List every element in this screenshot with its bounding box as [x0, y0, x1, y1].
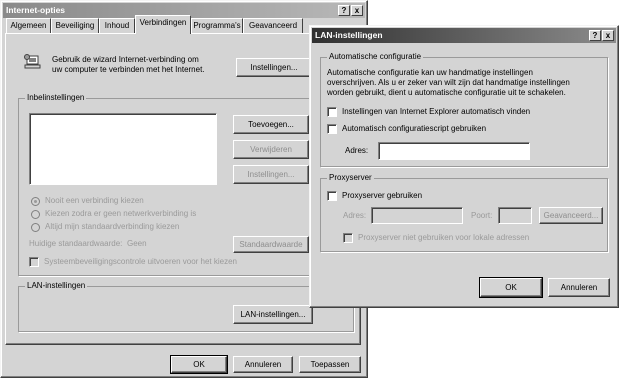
radio-always-dial[interactable] [31, 223, 40, 232]
apply-button[interactable]: Toepassen [299, 356, 361, 373]
use-proxy-checkbox[interactable] [327, 191, 337, 201]
tab-verbindingen[interactable]: Verbindingen [135, 15, 191, 34]
radio-never-dial[interactable] [31, 197, 40, 206]
proxy-address-label: Adres: [343, 211, 367, 220]
add-button[interactable]: Toevoegen... [233, 115, 309, 134]
tab-beveiliging[interactable]: Beveiliging [51, 18, 99, 33]
auto-config-desc-line3: worden gebruikt, dient u automatische co… [327, 88, 566, 97]
help-icon[interactable]: ? [589, 30, 601, 41]
ok-button[interactable]: OK [170, 355, 228, 374]
bypass-local-label: Proxyserver niet gebruiken voor lokale a… [358, 233, 530, 242]
current-default-value: Geen [127, 239, 147, 248]
tab-programmas[interactable]: Programma's [191, 18, 243, 33]
radio-always-dial-label: Altijd mijn standaardverbinding kiezen [45, 222, 180, 231]
remove-button[interactable]: Verwijderen [233, 140, 309, 159]
lan-settings-group: LAN-instellingen LAN-instellingen... [18, 281, 354, 332]
tab-inhoud[interactable]: Inhoud [99, 18, 135, 33]
set-default-button[interactable]: Standaardwaarde [233, 236, 309, 253]
auto-config-group: Automatische configuratie Automatische c… [320, 52, 608, 167]
auto-script-checkbox[interactable] [327, 124, 337, 134]
internet-options-title: Internet-opties [6, 5, 66, 15]
wizard-text-line1: Gebruik de wizard Internet-verbinding om [52, 55, 199, 64]
auto-detect-label: Instellingen van Internet Explorer autom… [342, 107, 531, 116]
close-icon[interactable]: x [351, 5, 363, 16]
lan-group-label: LAN-instellingen [25, 281, 88, 291]
security-check-label: Systeembeveiligingscontrole uitvoeren vo… [44, 257, 237, 266]
auto-script-label: Automatisch configuratiescript gebruiken [342, 124, 487, 133]
script-address-label: Adres: [345, 146, 369, 155]
connection-wizard-icon [24, 54, 42, 70]
current-default-label: Huidige standaardwaarde: [29, 239, 123, 248]
lan-cancel-button[interactable]: Annuleren [548, 278, 610, 297]
dialup-group-label: Inbelinstellingen [25, 93, 87, 103]
auto-config-desc-line1: Automatische configuratie kan uw handmat… [327, 68, 533, 77]
advanced-button[interactable]: Geavanceerd... [539, 207, 603, 224]
radio-dial-when-no-network-label: Kiezen zodra er geen netwerkverbinding i… [45, 209, 197, 218]
lan-settings-button[interactable]: LAN-instellingen... [233, 305, 313, 324]
setup-button[interactable]: Instellingen... [236, 58, 312, 77]
proxy-port-label: Poort: [471, 211, 493, 220]
dialup-connections-list[interactable] [29, 113, 217, 185]
help-icon[interactable]: ? [338, 5, 350, 16]
dialup-settings-group: Inbelinstellingen Toevoegen... Verwijder… [18, 93, 354, 276]
script-address-field[interactable] [378, 142, 530, 160]
radio-dial-when-no-network[interactable] [31, 210, 40, 219]
lan-settings-titlebar[interactable]: LAN-instellingen ? x [312, 28, 616, 43]
settings-button[interactable]: Instellingen... [233, 165, 309, 184]
lan-settings-window: LAN-instellingen ? x Automatische config… [309, 25, 619, 308]
tab-geavanceerd[interactable]: Geavanceerd [243, 18, 303, 33]
tab-algemeen[interactable]: Algemeen [6, 18, 51, 33]
connections-tab-panel: Gebruik de wizard Internet-verbinding om… [5, 33, 361, 345]
auto-config-desc-line2: overschrijven. Als u er zeker van wilt z… [327, 78, 570, 87]
proxy-address-field[interactable] [371, 207, 463, 224]
bypass-local-checkbox[interactable] [343, 233, 353, 243]
security-check-checkbox[interactable] [29, 257, 39, 267]
auto-config-group-label: Automatische configuratie [327, 52, 424, 62]
radio-never-dial-label: Nooit een verbinding kiezen [45, 196, 144, 205]
lan-settings-title: LAN-instellingen [315, 30, 383, 40]
lan-ok-button[interactable]: OK [479, 277, 543, 298]
proxy-server-group: Proxyserver Proxyserver gebruiken Adres:… [320, 173, 608, 252]
close-icon[interactable]: x [602, 30, 614, 41]
auto-detect-checkbox[interactable] [327, 107, 337, 117]
proxy-port-field[interactable] [498, 207, 532, 224]
wizard-text-line2: uw computer te verbinden met het Interne… [52, 65, 205, 74]
cancel-button[interactable]: Annuleren [233, 356, 293, 373]
use-proxy-label: Proxyserver gebruiken [342, 191, 423, 200]
proxy-group-label: Proxyserver [327, 173, 374, 183]
